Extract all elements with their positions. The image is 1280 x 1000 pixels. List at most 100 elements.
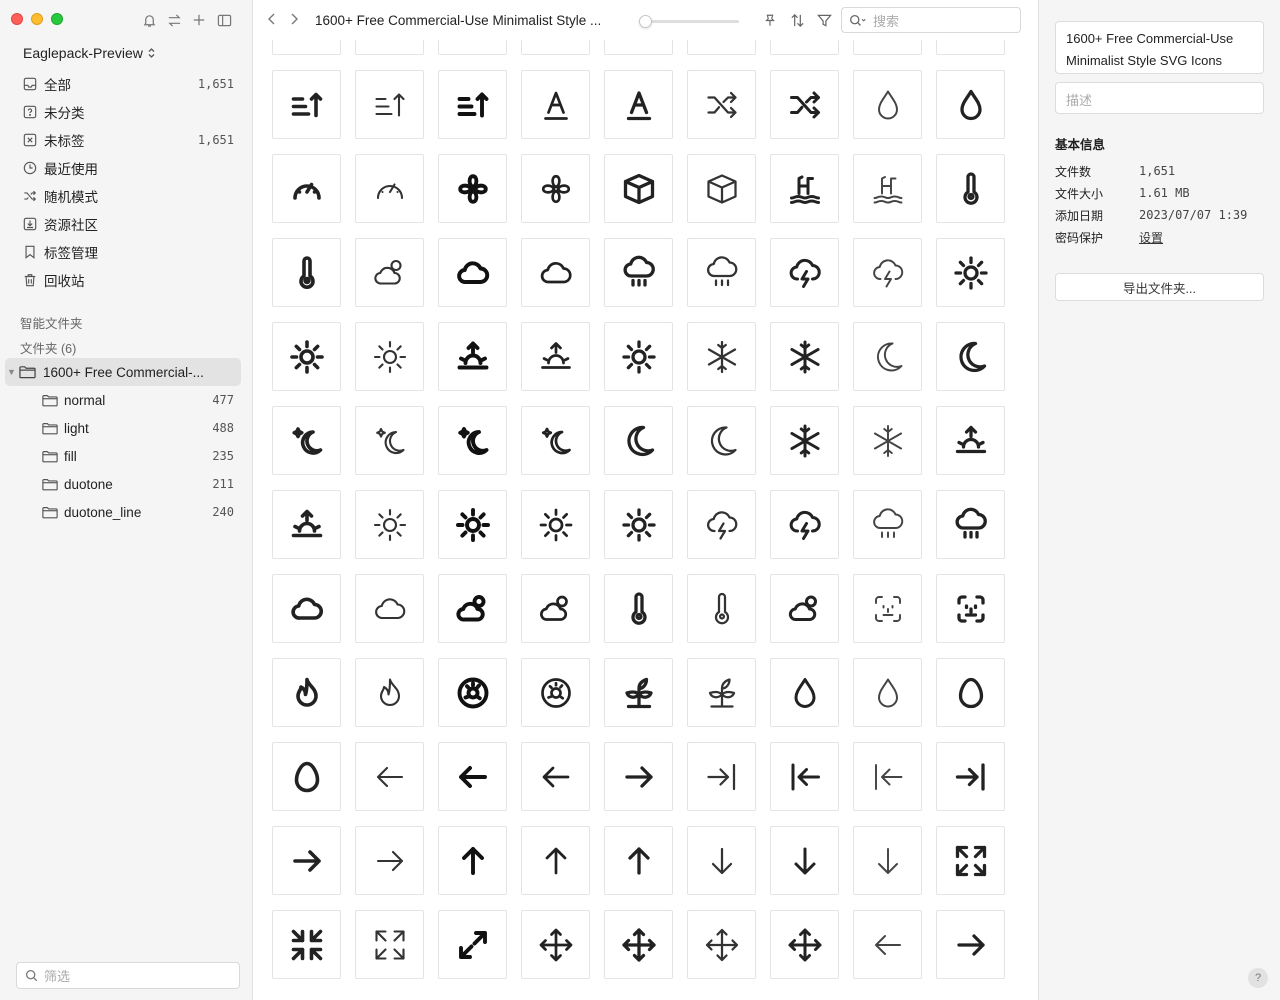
icon-tile[interactable] <box>521 70 590 139</box>
icon-tile[interactable] <box>936 910 1005 979</box>
icon-tile[interactable] <box>853 910 922 979</box>
icon-tile[interactable] <box>521 238 590 307</box>
icon-tile[interactable] <box>521 322 590 391</box>
icon-tile[interactable] <box>355 574 424 643</box>
icon-tile[interactable] <box>853 658 922 727</box>
plus-icon[interactable] <box>191 11 207 29</box>
icon-tile[interactable] <box>936 742 1005 811</box>
folders-heading[interactable]: 文件夹 (6) <box>20 338 76 357</box>
icon-tile[interactable] <box>438 910 507 979</box>
icon-tile[interactable] <box>438 742 507 811</box>
icon-tile[interactable] <box>355 490 424 559</box>
icon-tile[interactable] <box>438 406 507 475</box>
icon-tile[interactable] <box>770 826 839 895</box>
icon-tile[interactable] <box>770 574 839 643</box>
bell-icon[interactable] <box>141 11 157 29</box>
icon-tile[interactable] <box>355 910 424 979</box>
forward-chevron-icon[interactable] <box>289 12 299 29</box>
icon-tile[interactable] <box>936 70 1005 139</box>
icon-tile[interactable] <box>604 406 673 475</box>
icon-tile[interactable] <box>853 490 922 559</box>
folder-item[interactable]: fill 235 <box>0 442 253 470</box>
icon-tile[interactable] <box>604 322 673 391</box>
back-chevron-icon[interactable] <box>267 12 277 29</box>
icon-tile[interactable] <box>355 406 424 475</box>
icon-tile[interactable] <box>604 742 673 811</box>
icon-tile[interactable] <box>272 322 341 391</box>
sync-arrows-icon[interactable] <box>166 11 182 29</box>
icon-tile[interactable] <box>272 70 341 139</box>
pin-icon[interactable] <box>762 12 778 28</box>
sidebar-item-all[interactable]: 全部 1,651 <box>0 70 253 98</box>
folder-root[interactable]: ▼ 1600+ Free Commercial-... <box>5 358 241 386</box>
icon-tile[interactable] <box>687 742 756 811</box>
folder-name-field[interactable]: 1600+ Free Commercial-Use Minimalist Sty… <box>1055 21 1264 74</box>
sidebar-item-tags[interactable]: 标签管理 <box>0 238 253 266</box>
icon-tile[interactable] <box>687 910 756 979</box>
icon-tile[interactable] <box>355 658 424 727</box>
icon-tile[interactable] <box>272 406 341 475</box>
folder-item[interactable]: light 488 <box>0 414 253 442</box>
icon-tile[interactable] <box>521 490 590 559</box>
icon-tile[interactable] <box>438 574 507 643</box>
sidebar-item-untagged[interactable]: 未标签 1,651 <box>0 126 253 154</box>
icon-tile[interactable] <box>770 910 839 979</box>
folder-item[interactable]: duotone 211 <box>0 470 253 498</box>
icon-tile[interactable] <box>770 406 839 475</box>
icon-tile[interactable] <box>521 574 590 643</box>
icon-tile[interactable] <box>687 406 756 475</box>
icon-tile[interactable] <box>770 70 839 139</box>
minimize-window-button[interactable] <box>31 13 43 25</box>
icon-tile[interactable] <box>438 70 507 139</box>
icon-tile[interactable] <box>687 70 756 139</box>
icon-tile[interactable] <box>687 574 756 643</box>
icon-tile[interactable] <box>770 490 839 559</box>
icon-tile[interactable] <box>853 574 922 643</box>
slider-knob[interactable] <box>639 15 652 28</box>
icon-tile[interactable] <box>604 70 673 139</box>
icon-tile[interactable] <box>355 826 424 895</box>
icon-tile[interactable] <box>604 490 673 559</box>
icon-tile[interactable] <box>936 490 1005 559</box>
icon-tile[interactable] <box>355 742 424 811</box>
icon-tile[interactable] <box>604 154 673 223</box>
icon-tile[interactable] <box>936 826 1005 895</box>
icon-tile[interactable] <box>438 658 507 727</box>
icon-tile[interactable] <box>438 490 507 559</box>
icon-tile[interactable] <box>272 910 341 979</box>
icon-tile[interactable] <box>604 238 673 307</box>
icon-tile[interactable] <box>272 826 341 895</box>
icon-tile[interactable] <box>687 154 756 223</box>
icon-tile[interactable] <box>521 910 590 979</box>
sidebar-item-uncategorized[interactable]: 未分类 <box>0 98 253 126</box>
icon-tile[interactable] <box>936 406 1005 475</box>
icon-tile[interactable] <box>936 238 1005 307</box>
library-switcher[interactable]: Eaglepack-Preview <box>23 45 156 61</box>
icon-tile[interactable] <box>438 322 507 391</box>
icon-tile[interactable] <box>853 238 922 307</box>
icon-tile[interactable] <box>853 826 922 895</box>
icon-tile[interactable] <box>521 406 590 475</box>
sort-icon[interactable] <box>789 12 805 28</box>
sidebar-item-community[interactable]: 资源社区 <box>0 210 253 238</box>
zoom-window-button[interactable] <box>51 13 63 25</box>
icon-tile[interactable] <box>936 154 1005 223</box>
icon-tile[interactable] <box>936 658 1005 727</box>
icon-tile[interactable] <box>272 574 341 643</box>
export-folder-button[interactable]: 导出文件夹... <box>1055 273 1264 301</box>
icon-tile[interactable] <box>272 154 341 223</box>
icon-tile[interactable] <box>604 574 673 643</box>
icon-tile[interactable] <box>687 322 756 391</box>
sidebar-toggle-icon[interactable] <box>216 11 232 29</box>
icon-tile[interactable] <box>687 238 756 307</box>
folder-item[interactable]: normal 477 <box>0 386 253 414</box>
icon-tile[interactable] <box>438 826 507 895</box>
help-button[interactable]: ? <box>1248 968 1268 988</box>
icon-tile[interactable] <box>853 742 922 811</box>
icon-tile[interactable] <box>770 238 839 307</box>
password-settings-link[interactable]: 设置 <box>1139 229 1163 246</box>
close-window-button[interactable] <box>11 13 23 25</box>
icon-tile[interactable] <box>853 154 922 223</box>
icon-tile[interactable] <box>521 658 590 727</box>
icon-tile[interactable] <box>687 658 756 727</box>
